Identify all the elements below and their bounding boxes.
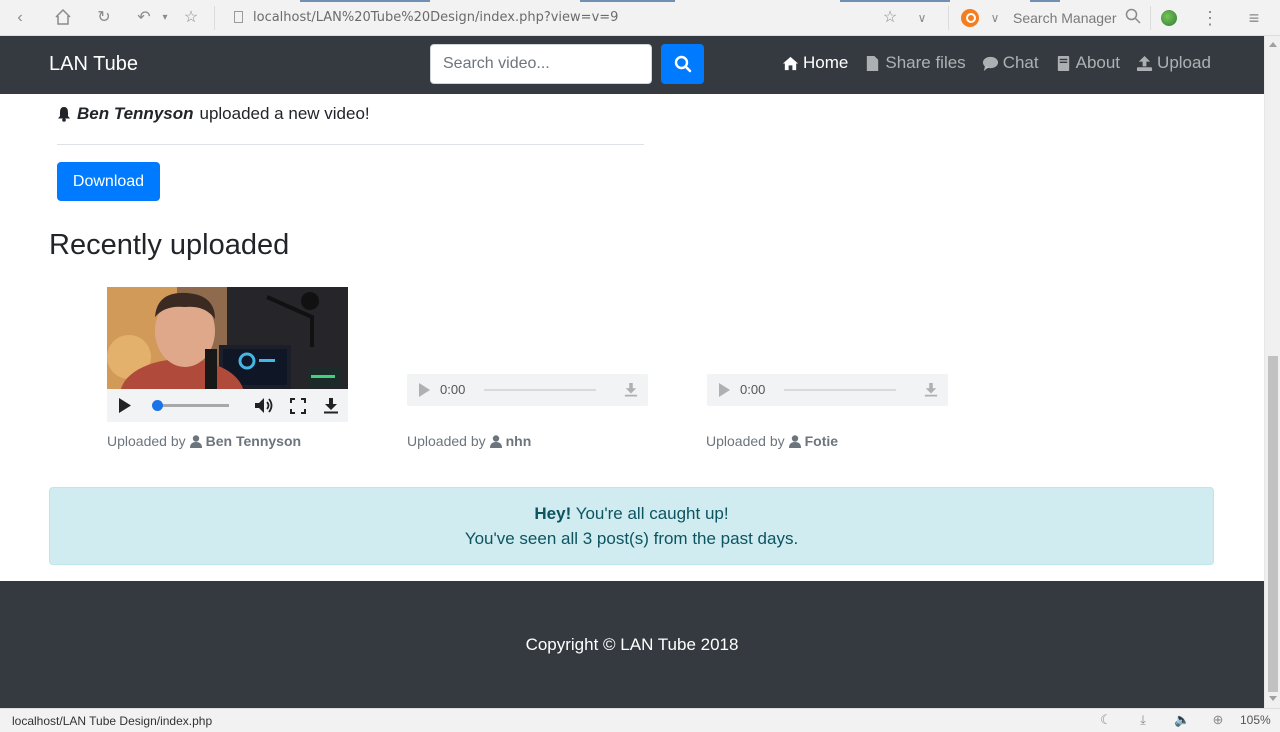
- file-icon: [867, 55, 879, 71]
- nav-share-files[interactable]: Share files: [864, 53, 966, 73]
- user-icon: [189, 434, 202, 448]
- scroll-down-arrow-icon[interactable]: [1269, 696, 1277, 701]
- address-bar[interactable]: localhost/LAN%20Tube%20Design/index.php?…: [253, 10, 618, 25]
- nav-about[interactable]: About: [1055, 53, 1120, 73]
- undo-icon[interactable]: ↶: [134, 8, 154, 28]
- audio-player[interactable]: 0:00: [707, 374, 948, 406]
- uploaded-by-label: Uploaded by: [706, 433, 785, 449]
- status-url: localhost/LAN Tube Design/index.php: [12, 714, 213, 728]
- search-input[interactable]: [430, 44, 652, 84]
- nav-upload[interactable]: Upload: [1136, 53, 1211, 73]
- page-icon: [234, 11, 243, 23]
- more-vertical-icon[interactable]: ⋮: [1200, 8, 1220, 28]
- section-title: Recently uploaded: [49, 229, 290, 261]
- extension-globe-icon[interactable]: [1161, 10, 1177, 26]
- volume-icon[interactable]: [254, 397, 274, 414]
- browser-search-field[interactable]: Search Manager: [1013, 10, 1117, 26]
- download-manager-icon[interactable]: ⤓: [1135, 712, 1151, 728]
- nav-home[interactable]: Home: [782, 53, 848, 73]
- comment-icon: [982, 56, 998, 71]
- video-progress-handle[interactable]: [152, 400, 163, 411]
- uploader-name[interactable]: Fotie: [805, 433, 838, 449]
- nav-about-label: About: [1075, 53, 1121, 72]
- fullscreen-icon[interactable]: [290, 398, 306, 414]
- audio-time: 0:00: [740, 382, 766, 397]
- chevron-down-icon[interactable]: ▾: [155, 8, 175, 28]
- nav-share-files-label: Share files: [885, 53, 966, 72]
- uploader-caption: Uploaded by Ben Tennyson: [107, 433, 301, 449]
- scroll-up-arrow-icon[interactable]: [1269, 42, 1277, 47]
- audio-time: 0:00: [440, 382, 466, 397]
- play-icon[interactable]: [719, 383, 730, 397]
- nav-chat-label: Chat: [1002, 53, 1039, 72]
- bell-icon: [58, 107, 70, 122]
- caught-up-alert: Hey! You're all caught up! You've seen a…: [49, 487, 1214, 565]
- nav-home-label: Home: [803, 53, 849, 72]
- video-thumbnail[interactable]: [107, 287, 348, 389]
- audio-progress-track[interactable]: [484, 389, 596, 391]
- uploader-caption: Uploaded by nhn: [407, 433, 531, 449]
- alert-text: You're all caught up!: [575, 504, 729, 523]
- notification-text: uploaded a new video!: [199, 104, 370, 123]
- reload-icon[interactable]: ↻: [94, 8, 114, 28]
- back-icon[interactable]: ‹: [10, 8, 30, 28]
- notification-user: Ben Tennyson: [77, 104, 194, 123]
- home-icon[interactable]: [53, 8, 73, 28]
- audio-progress-track[interactable]: [784, 389, 896, 391]
- brand-link[interactable]: LAN Tube: [49, 53, 138, 76]
- download-button[interactable]: Download: [57, 162, 160, 201]
- alert-line-1: Hey! You're all caught up!: [50, 504, 1213, 524]
- user-icon: [788, 434, 801, 448]
- tab-strip: [0, 0, 1280, 2]
- upload-notification: Ben Tennyson uploaded a new video!: [57, 104, 370, 124]
- browser-toolbar: ‹ ↻ ↶ ▾ ☆ localhost/LAN%20Tube%20Design/…: [0, 0, 1280, 36]
- download-icon[interactable]: [924, 381, 938, 398]
- favorite-star-icon[interactable]: ☆: [880, 8, 900, 28]
- uploader-name[interactable]: nhn: [506, 433, 532, 449]
- dropdown-chevron-icon[interactable]: ∨: [912, 8, 932, 28]
- search-engine-chevron-icon[interactable]: ∨: [985, 8, 1005, 28]
- download-icon[interactable]: [323, 397, 339, 414]
- video-controls: [107, 389, 348, 422]
- video-progress-track[interactable]: [157, 404, 229, 407]
- uploaded-by-label: Uploaded by: [107, 433, 186, 449]
- nav-upload-label: Upload: [1157, 53, 1211, 72]
- alert-strong: Hey!: [534, 504, 572, 523]
- book-icon: [1057, 55, 1069, 71]
- search-button[interactable]: [661, 44, 704, 84]
- user-icon: [489, 434, 502, 448]
- site-navbar: LAN Tube Home Share files Chat About Upl…: [0, 36, 1264, 94]
- alert-line-2: You've seen all 3 post(s) from the past …: [464, 529, 799, 548]
- magnifier-icon[interactable]: [1123, 8, 1143, 28]
- search-icon: [674, 55, 691, 73]
- zoom-level[interactable]: 105%: [1240, 713, 1271, 727]
- uploaded-by-label: Uploaded by: [407, 433, 486, 449]
- audio-player[interactable]: 0:00: [407, 374, 648, 406]
- night-mode-icon[interactable]: ☾: [1098, 712, 1114, 728]
- download-icon[interactable]: [624, 381, 638, 398]
- browser-status-bar: localhost/LAN Tube Design/index.php ☾ ⤓ …: [0, 708, 1280, 732]
- uploader-caption: Uploaded by Fotie: [706, 433, 838, 449]
- play-icon[interactable]: [419, 383, 430, 397]
- upload-icon: [1136, 55, 1153, 71]
- nav-links: Home Share files Chat About Upload: [782, 53, 1211, 73]
- uploader-name[interactable]: Ben Tennyson: [206, 433, 301, 449]
- menu-icon[interactable]: ≡: [1244, 8, 1264, 28]
- divider: [57, 144, 644, 145]
- nav-chat[interactable]: Chat: [982, 53, 1039, 73]
- home-icon: [782, 56, 799, 70]
- speaker-icon[interactable]: 🔈: [1174, 712, 1190, 728]
- copyright-text: Copyright © LAN Tube 2018: [525, 635, 739, 654]
- play-icon[interactable]: [119, 398, 131, 413]
- site-footer: Copyright © LAN Tube 2018: [0, 581, 1264, 708]
- bookmark-star-icon[interactable]: ☆: [181, 8, 201, 28]
- video-frame-image: [107, 287, 348, 389]
- zoom-icon[interactable]: ⊕: [1210, 712, 1226, 728]
- scroll-thumb[interactable]: [1268, 356, 1278, 692]
- page-scrollbar[interactable]: [1264, 36, 1280, 708]
- search-engine-icon[interactable]: [961, 9, 979, 27]
